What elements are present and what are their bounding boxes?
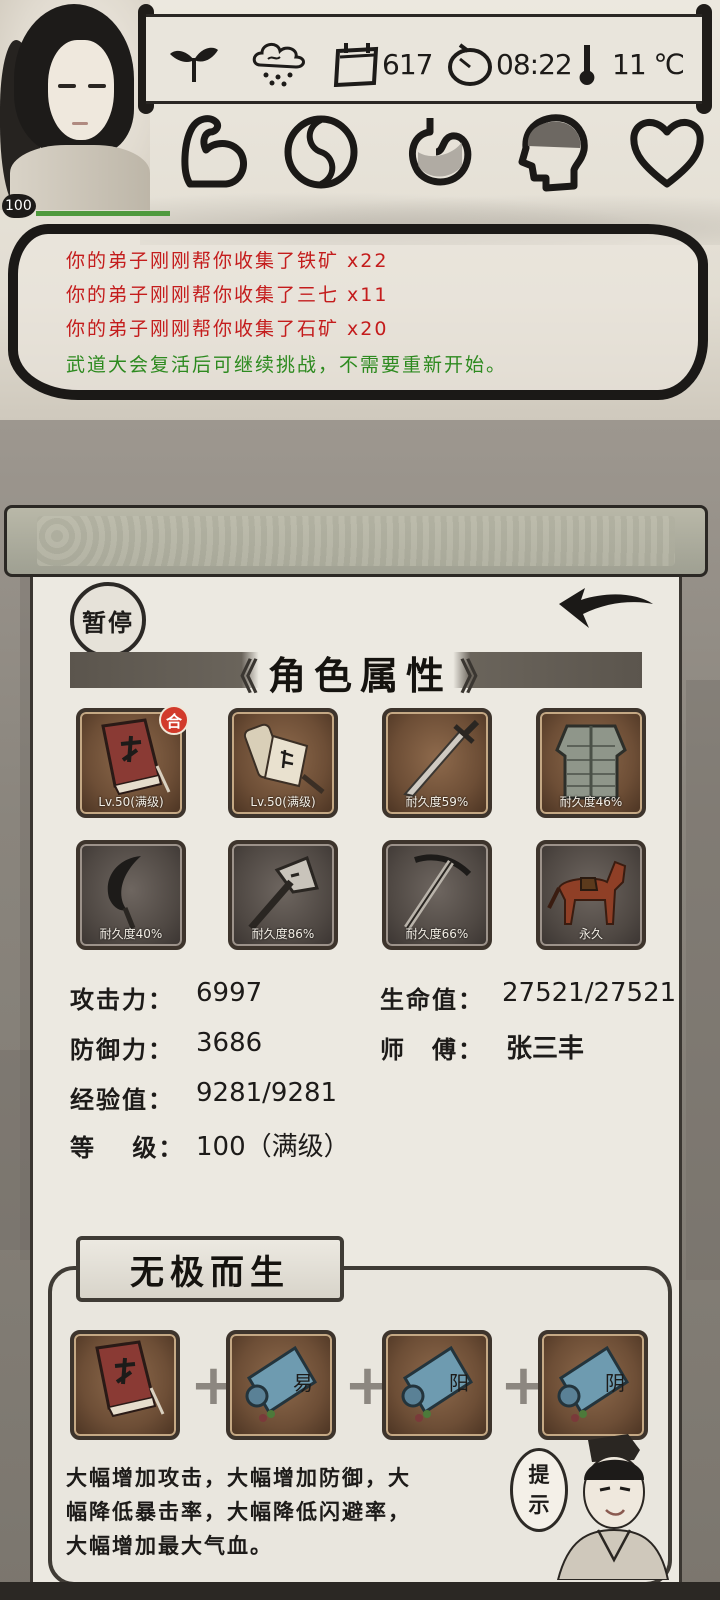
player-level-badge: 100 (2, 194, 36, 218)
pause-button[interactable]: 暂停 (70, 582, 146, 658)
message-line: 你的弟子刚刚帮你收集了石矿 x20 (66, 318, 389, 340)
hint-char: 提 (528, 1463, 550, 1487)
ingredient-scroll-yin[interactable]: 阴 (538, 1330, 648, 1440)
recipe-description-line: 大幅增加攻击，大幅增加防御，大 (66, 1466, 411, 1490)
temperature-text: 11 ℃ (612, 47, 685, 81)
time-display: 08:22 (496, 41, 573, 87)
defense-label: 防御力： (70, 1036, 174, 1064)
message-line: 你的弟子刚刚帮你收集了三七 x11 (66, 284, 389, 306)
ingredient-scroll-yi[interactable]: 易 (226, 1330, 336, 1440)
horse-icon (547, 860, 627, 925)
background-plank (686, 680, 720, 1280)
scroll-char: 易 (293, 1371, 313, 1395)
skill-book-icon (95, 1340, 165, 1418)
panel-scroll-footer (0, 1582, 720, 1600)
ingredient-scroll-yang[interactable]: 阳 (382, 1330, 492, 1440)
back-arrow-icon[interactable] (555, 586, 655, 638)
background-barrel (0, 1050, 30, 1250)
attack-value: 6997 (196, 978, 263, 1008)
npc-portrait (548, 1430, 672, 1580)
defense-value: 3686 (196, 1028, 263, 1058)
temperature-display: 11 ℃ (612, 41, 685, 87)
recipe-description-line: 幅降低暴击率，大幅降低闪避率， (66, 1500, 411, 1524)
item-label: Lv.50(满级) (250, 795, 316, 809)
clock-icon (446, 41, 494, 87)
recipe-title: 无极而生 (76, 1236, 344, 1302)
item-label: 耐久度40% (99, 927, 163, 941)
item-label: 耐久度46% (559, 795, 623, 809)
cloud-rain-icon (250, 41, 308, 87)
item-slot-sword[interactable]: 耐久度59% (382, 708, 492, 818)
item-label: 耐久度59% (405, 795, 469, 809)
heart-icon[interactable] (628, 112, 706, 192)
item-label: 耐久度66% (405, 927, 469, 941)
combine-badge[interactable]: 合 (159, 705, 189, 735)
level-label: 等 级： (70, 1134, 185, 1162)
sprout-icon (168, 41, 220, 87)
hp-value: 27521/27521 (502, 978, 677, 1008)
item-label: 耐久度86% (251, 927, 315, 941)
item-slot-sickle[interactable]: 耐久度40% (76, 840, 186, 950)
recipe-description-line: 大幅增加最大气血。 (66, 1534, 273, 1558)
attack-label: 攻击力： (70, 986, 174, 1014)
stomach-icon[interactable] (400, 112, 478, 192)
item-label: 永久 (578, 927, 603, 941)
axe-icon (248, 856, 319, 931)
player-portrait[interactable] (0, 0, 150, 210)
armor-icon (555, 724, 627, 800)
master-value: 张三丰 (506, 1034, 585, 1064)
thermometer-icon (576, 41, 598, 87)
yin-yang-icon[interactable] (282, 112, 360, 192)
sickle-icon (107, 856, 141, 929)
hp-label: 生命值： (380, 986, 484, 1014)
status-bar: 617 08:22 11 ℃ (146, 14, 702, 104)
item-slot-axe[interactable]: 耐久度86% (228, 840, 338, 950)
time-text: 08:22 (496, 47, 573, 81)
scroll-icon (243, 723, 325, 794)
pickaxe-icon (404, 854, 472, 930)
item-slot-horse[interactable]: 永久 (536, 840, 646, 950)
exp-value: 9281/9281 (196, 1078, 338, 1108)
hint-char: 示 (528, 1493, 550, 1517)
panel-scroll-header (4, 505, 708, 577)
player-hp-fill (36, 211, 170, 216)
item-slot-pickaxe[interactable]: 耐久度66% (382, 840, 492, 950)
sword-icon (403, 719, 480, 798)
item-slot-armor[interactable]: 耐久度46% (536, 708, 646, 818)
head-mind-icon[interactable] (514, 112, 592, 192)
message-line: 你的弟子刚刚帮你收集了铁矿 x22 (66, 250, 389, 272)
calendar-icon (332, 41, 382, 87)
panel-title: 角色属性 (267, 654, 452, 698)
message-line: 武道大会复活后可继续挑战，不需要重新开始。 (66, 354, 508, 376)
player-hp-bar (36, 211, 170, 216)
item-slot-scroll[interactable]: Lv.50(满级) (228, 708, 338, 818)
scroll-char: 阳 (449, 1371, 469, 1395)
muscle-arm-icon[interactable] (176, 112, 254, 192)
item-label: Lv.50(满级) (98, 795, 164, 809)
master-label: 师 傅： (380, 1036, 484, 1064)
days-counter: 617 (382, 41, 433, 87)
scroll-char: 阴 (605, 1371, 625, 1395)
level-value: 100（满级） (196, 1132, 350, 1162)
days-text: 617 (382, 47, 433, 81)
exp-label: 经验值： (70, 1086, 174, 1114)
ingredient-book[interactable] (70, 1330, 180, 1440)
